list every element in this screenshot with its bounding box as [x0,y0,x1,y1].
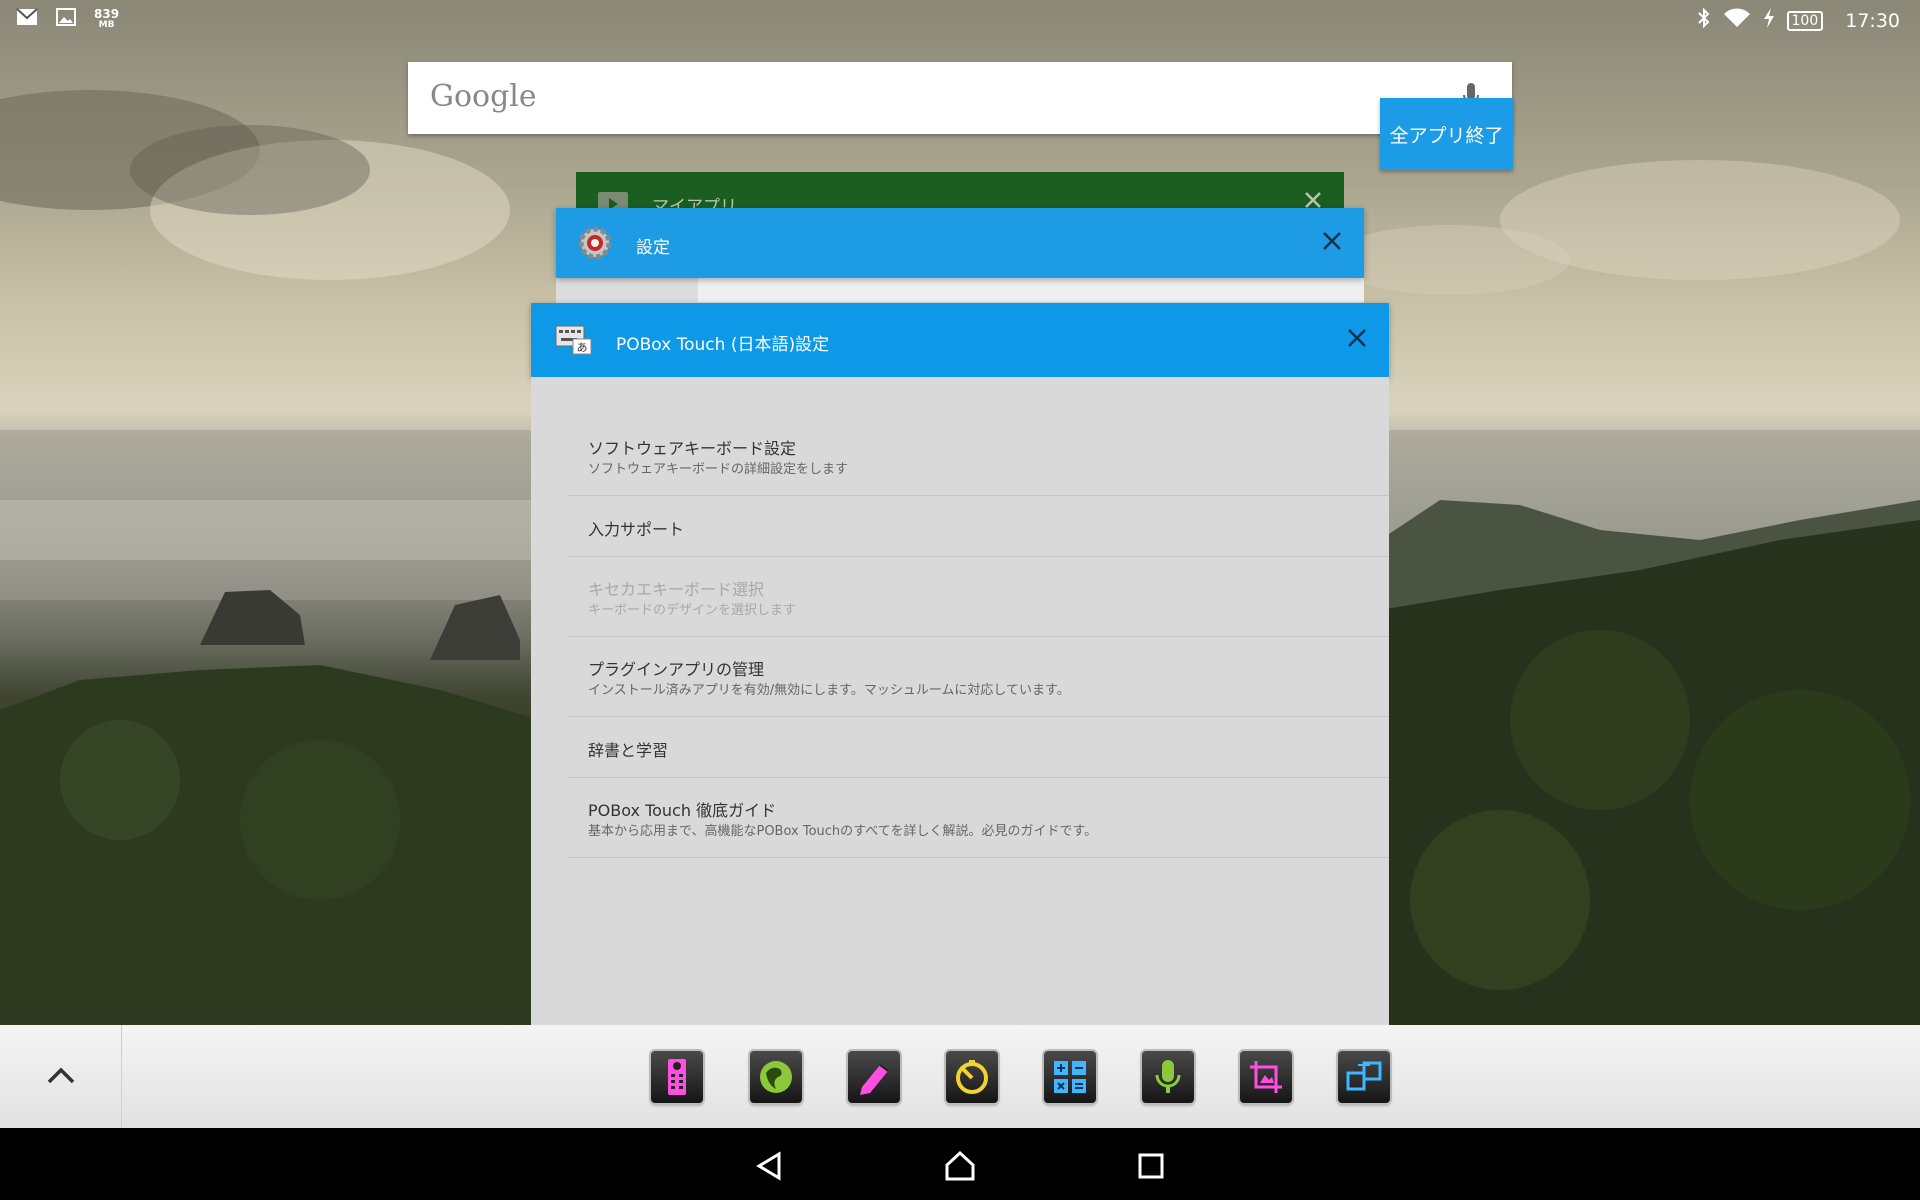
pref-input-support[interactable]: 入力サポート [568,496,1389,557]
pref-title: 入力サポート [588,520,685,539]
google-logo: Google [430,79,537,114]
charging-icon [1763,8,1775,33]
pref-title: プラグインアプリの管理 [588,660,765,679]
pref-title: キセカエキーボード選択 [588,580,765,599]
pref-plugin-apps[interactable]: プラグインアプリの管理 インストール済みアプリを有効/無効にします。マッシュルー… [568,637,1389,717]
bluetooth-icon [1697,7,1711,33]
small-apps-dock [0,1025,1920,1128]
gmail-icon [16,8,38,31]
timer-icon[interactable] [946,1051,998,1103]
settings-gear-icon [576,224,614,266]
pref-summary: インストール済みアプリを有効/無効にします。マッシュルームに対応しています。 [588,683,1070,698]
pref-title: POBox Touch 徹底ガイド [588,801,777,820]
pref-dictionary[interactable]: 辞書と学習 [568,717,1389,778]
clock: 17:30 [1845,9,1900,32]
close-all-apps-button[interactable]: 全アプリ終了 [1380,98,1513,170]
battery-icon: 100 [1786,10,1824,31]
google-search-bar[interactable]: Google [408,62,1512,134]
back-icon[interactable] [749,1146,789,1186]
navigation-bar [0,1128,1920,1200]
close-icon[interactable] [1322,231,1342,255]
pref-title: ソフトウェアキーボード設定 [588,439,797,458]
gallery-icon [56,8,76,31]
memory-value: 839 [94,6,120,21]
pref-software-keyboard[interactable]: ソフトウェアキーボード設定 ソフトウェアキーボードの詳細設定をします [568,427,1389,496]
chevron-up-icon [46,1065,76,1089]
pref-guide[interactable]: POBox Touch 徹底ガイド 基本から応用まで、高機能なPOBox Tou… [568,778,1389,858]
voice-recorder-icon[interactable] [1142,1051,1194,1103]
recent-card-title: POBox Touch (日本語)設定 [616,335,830,355]
recent-card-settings[interactable]: 設定 [556,208,1364,278]
browser-icon[interactable] [750,1051,802,1103]
keyboard-settings-icon: あ [555,323,593,359]
close-icon[interactable] [1347,328,1367,352]
pref-kisekae-keyboard: キセカエキーボード選択 キーボードのデザインを選択します [568,557,1389,637]
note-icon[interactable] [848,1051,900,1103]
pref-summary: 基本から応用まで、高機能なPOBox Touchのすべてを詳しく解説。必見のガイ… [588,824,1098,839]
calculator-icon[interactable] [1044,1051,1096,1103]
wifi-icon [1723,8,1751,33]
svg-text:あ: あ [577,341,588,354]
status-bar: 839 MB 100 17:30 [0,0,1920,38]
recent-card-title: 設定 [636,238,670,258]
add-smallapp-icon[interactable] [1338,1051,1390,1103]
pref-summary: キーボードのデザインを選択します [588,603,797,618]
memory-unit: MB [98,19,115,30]
recent-card-pobox[interactable]: あ POBox Touch (日本語)設定 [531,303,1389,377]
memory-badge: 839 MB [94,6,120,31]
pref-title: 辞書と学習 [588,741,669,760]
remote-icon[interactable] [651,1051,703,1103]
pref-summary: ソフトウェアキーボードの詳細設定をします [588,462,849,477]
home-icon[interactable] [940,1146,980,1186]
pobox-settings-list: ソフトウェアキーボード設定 ソフトウェアキーボードの詳細設定をします 入力サポー… [531,377,1389,1025]
expand-dock-button[interactable] [0,1025,122,1128]
capture-icon[interactable] [1240,1051,1292,1103]
recents-icon[interactable] [1131,1146,1171,1186]
